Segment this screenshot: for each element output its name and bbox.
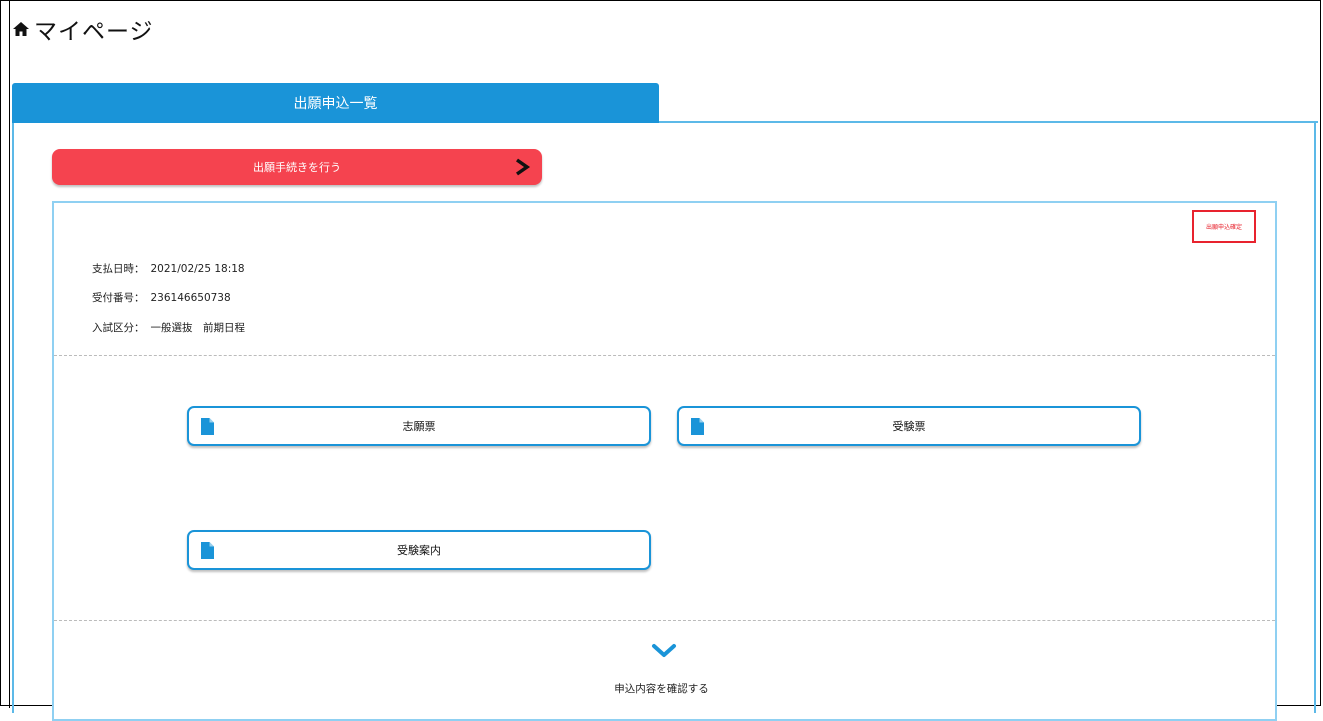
expand-details-label: 申込内容を確認する <box>614 683 709 695</box>
document-button-label: 受験票 <box>892 420 926 433</box>
home-icon <box>13 22 29 36</box>
info-label: 受付番号： <box>92 292 145 304</box>
info-label: 支払日時： <box>92 263 145 275</box>
document-icon <box>201 542 214 559</box>
document-button-label: 志願票 <box>402 420 436 433</box>
document-button-label: 受験案内 <box>397 544 441 557</box>
divider <box>54 620 1275 621</box>
page-title: マイページ <box>34 19 154 45</box>
frame-divider <box>9 0 10 708</box>
info-value: 2021/02/25 18:18 <box>150 263 245 275</box>
info-value: 一般選抜 前期日程 <box>150 322 246 334</box>
apply-procedure-label: 出願手続きを行う <box>253 161 341 174</box>
status-badge: 出願申込確定 <box>1192 210 1256 243</box>
page-header: マイページ <box>12 12 154 46</box>
info-row-receipt-number: 受付番号： 236146650738 <box>92 290 231 305</box>
apply-procedure-button[interactable]: 出願手続きを行う <box>52 149 542 185</box>
status-badge-label: 出願申込確定 <box>1205 224 1242 231</box>
tab-application-list[interactable]: 出願申込一覧 <box>12 83 659 123</box>
exam-ticket-button[interactable]: 受験票 <box>677 406 1141 446</box>
info-row-exam-category: 入試区分： 一般選抜 前期日程 <box>92 320 245 335</box>
info-row-payment-date: 支払日時： 2021/02/25 18:18 <box>92 261 245 276</box>
document-icon <box>201 418 214 435</box>
document-icon <box>691 418 704 435</box>
tab-label: 出願申込一覧 <box>293 96 378 112</box>
chevron-right-icon <box>515 158 531 176</box>
expand-details-link[interactable]: 申込内容を確認する <box>0 681 1323 696</box>
chevron-down-icon[interactable] <box>651 642 677 660</box>
exam-guide-button[interactable]: 受験案内 <box>187 530 651 570</box>
info-value: 236146650738 <box>150 292 231 304</box>
application-form-button[interactable]: 志願票 <box>187 406 651 446</box>
divider <box>54 355 1275 356</box>
info-label: 入試区分： <box>92 322 145 334</box>
